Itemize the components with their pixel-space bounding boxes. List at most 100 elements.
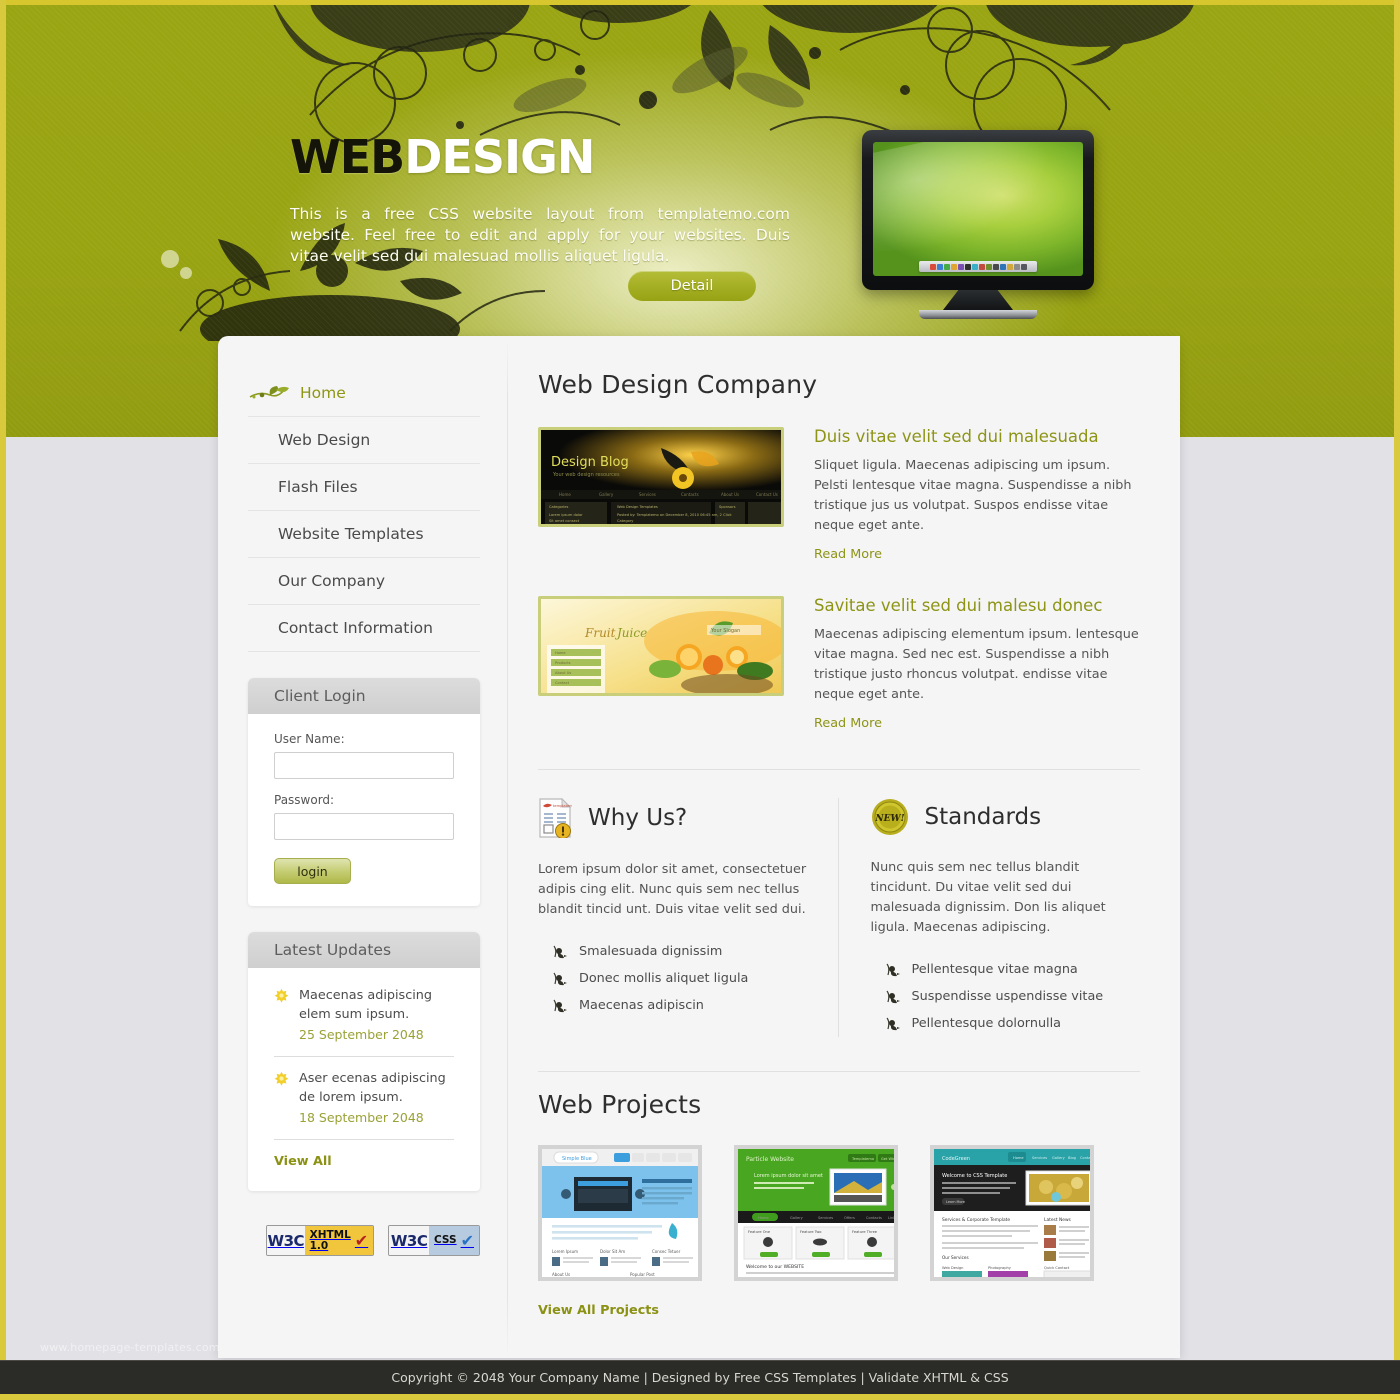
sidebar-item-home[interactable]: Home (248, 370, 480, 417)
project-thumbnail-green[interactable]: Particle Website Templatemo Get Wid Lorem… (734, 1145, 898, 1281)
project-blue-art: Simple Blue Lorem Ipsum Dolor Sit Am Con… (542, 1149, 698, 1277)
update-date: 18 September 2048 (299, 1110, 424, 1125)
svg-text:Templatemo: Templatemo (851, 1157, 874, 1161)
hero-title-design: DESIGN (404, 130, 595, 184)
project-green-art: Particle Website Templatemo Get Wid Lorem… (738, 1149, 895, 1277)
hero-description: This is a free CSS website layout from t… (290, 205, 790, 265)
css-label: CSS (434, 1234, 457, 1246)
sidebar-item-our-company[interactable]: Our Company (248, 558, 480, 605)
update-text: Maecenas adipiscing elem sum ipsum. (299, 988, 433, 1022)
svg-text:Sit amet consect: Sit amet consect (549, 519, 580, 523)
svg-text:Offers: Offers (844, 1216, 855, 1220)
svg-text:Contact Us: Contact Us (756, 492, 778, 497)
nav-link-flash-files[interactable]: Flash Files (248, 464, 480, 510)
sidebar-item-website-templates[interactable]: Website Templates (248, 511, 480, 558)
project-teal-art: CodeGreen Home Services Gallery Blog Contac… (934, 1149, 1090, 1277)
list-item[interactable]: Maecenas adipiscing elem sum ipsum. 25 S… (274, 974, 454, 1056)
main-content: Web Design Company Design Blog Your web … (508, 336, 1180, 1358)
svg-text:Lorem ipsum dolor sit amet: Lorem ipsum dolor sit amet (754, 1173, 823, 1179)
nav-link-contact-information[interactable]: Contact Information (248, 605, 480, 651)
list-item: Maecenas adipiscin (538, 992, 808, 1019)
svg-text:Sponsors: Sponsors (719, 505, 736, 509)
svg-text:Contacts: Contacts (866, 1216, 882, 1220)
svg-text:Fruit: Fruit (584, 626, 616, 640)
nav-link-web-design[interactable]: Web Design (248, 417, 480, 463)
svg-text:Welcome to our WEBSITE: Welcome to our WEBSITE (746, 1264, 804, 1270)
svg-text:Web Design: Web Design (942, 1266, 963, 1270)
w3c-css-badge[interactable]: W3C CSS ✔ (388, 1225, 480, 1256)
background-watermark: www.homepage-templates.com (40, 1341, 220, 1354)
column-text: Lorem ipsum dolor sit amet, consectetuer… (538, 862, 807, 917)
svg-text:Products: Products (555, 661, 571, 665)
password-input[interactable] (274, 813, 454, 840)
svg-text:Particle Website: Particle Website (746, 1156, 794, 1163)
list-item: Suspendisse uspendisse vitae (871, 983, 1141, 1010)
document-alert-icon: templatemo (539, 798, 572, 838)
w3c-xhtml-badge[interactable]: W3C XHTML 1.0 ✔ (266, 1225, 375, 1256)
svg-text:Gallery: Gallery (790, 1216, 804, 1220)
hero-text-block: WEBDESIGN This is a free CSS website lay… (290, 130, 790, 267)
nav-link-our-company[interactable]: Our Company (248, 558, 480, 604)
design-blog-screenshot[interactable]: Design Blog Your web design resources Ho… (538, 427, 784, 527)
list-item[interactable]: Aser ecenas adipiscing de lorem ipsum. 1… (274, 1056, 454, 1139)
why-us-bullets: Smalesuada dignissim Donec mollis alique… (538, 938, 808, 1019)
feature-columns: templatemo Why Us? Lorem ipsum dolor sit… (538, 798, 1140, 1037)
detail-button[interactable]: Detail (628, 271, 756, 301)
view-all-projects-link[interactable]: View All Projects (538, 1303, 659, 1318)
nav-link-website-templates[interactable]: Website Templates (248, 511, 480, 557)
svg-text:Home: Home (1013, 1156, 1024, 1160)
main-navigation: Home Web Design Flash Files Website Temp… (248, 370, 480, 652)
svg-text:Design Blog: Design Blog (551, 455, 629, 470)
webpage-screenshot: WEBDESIGN This is a free CSS website lay… (0, 0, 1400, 1400)
fruit-juice-thumbnail-art: Fruit Juice Your Slogan Home Products Abou… (541, 599, 781, 693)
view-all-updates-link[interactable]: View All (274, 1139, 454, 1169)
svg-text:Home: Home (758, 1216, 769, 1220)
standards-bullets: Pellentesque vitae magna Suspendisse usp… (871, 956, 1141, 1037)
project-thumbnail-blue[interactable]: Simple Blue Lorem Ipsum Dolor Sit Am Con… (538, 1145, 702, 1281)
nav-label-home: Home (300, 384, 346, 402)
svg-text:Latest News: Latest News (1044, 1217, 1072, 1223)
sidebar-item-web-design[interactable]: Web Design (248, 417, 480, 464)
copyright-text: Copyright © 2048 Your Company Name | Des… (391, 1370, 1009, 1385)
bullet-label: Smalesuada dignissim (579, 944, 723, 959)
read-more-link[interactable]: Read More (814, 716, 882, 731)
sidebar-item-flash-files[interactable]: Flash Files (248, 464, 480, 511)
svg-text:Feature Three: Feature Three (852, 1230, 878, 1234)
column-text: Nunc quis sem nec tellus blandit tincidu… (870, 860, 1106, 935)
login-button[interactable]: login (274, 858, 351, 884)
svg-text:About Us: About Us (721, 492, 739, 497)
project-thumbnail-teal[interactable]: CodeGreen Home Services Gallery Blog Contac… (930, 1145, 1094, 1281)
svg-text:Get Wid: Get Wid (881, 1157, 895, 1161)
w3c-logo-css: W3C (389, 1226, 430, 1255)
person-bullet-icon (553, 999, 567, 1012)
xhtml-label-line2: 1.0 (309, 1239, 329, 1252)
bullet-label: Pellentesque vitae magna (911, 962, 1078, 977)
nav-label-website-templates: Website Templates (278, 525, 424, 543)
article-item: Design Blog Your web design resources Ho… (538, 427, 1140, 562)
username-input[interactable] (274, 752, 454, 779)
svg-text:Welcome to CSS Template: Welcome to CSS Template (942, 1173, 1007, 1179)
read-more-link[interactable]: Read More (814, 547, 882, 562)
blue-check-icon: ✔ (460, 1230, 474, 1250)
username-label: User Name: (274, 732, 345, 746)
password-label: Password: (274, 793, 335, 807)
nav-label-contact-information: Contact Information (278, 619, 433, 637)
svg-text:Lorem Ipsum: Lorem Ipsum (552, 1249, 578, 1254)
sidebar-item-contact-information[interactable]: Contact Information (248, 605, 480, 652)
section-divider (538, 769, 1140, 770)
design-blog-thumbnail-art: Design Blog Your web design resources Ho… (541, 430, 781, 524)
bullet-label: Maecenas adipiscin (579, 998, 704, 1013)
w3c-logo-xhtml: W3C (267, 1226, 305, 1255)
svg-text:Services: Services (1032, 1156, 1047, 1160)
list-item: Donec mollis aliquet ligula (538, 965, 808, 992)
why-us-column: templatemo Why Us? Lorem ipsum dolor sit… (538, 798, 838, 1037)
fruit-juice-screenshot[interactable]: Fruit Juice Your Slogan Home Products Abou… (538, 596, 784, 696)
svg-text:Quick Contact: Quick Contact (1044, 1266, 1070, 1270)
svg-text:Consec Tetuer: Consec Tetuer (652, 1249, 681, 1254)
monitor-screen (873, 142, 1083, 276)
svg-text:Home: Home (559, 492, 571, 497)
page-left-border (0, 0, 6, 1400)
monitor-bezel (862, 130, 1094, 290)
projects-heading: Web Projects (538, 1090, 702, 1119)
nav-link-home[interactable]: Home (248, 370, 480, 416)
